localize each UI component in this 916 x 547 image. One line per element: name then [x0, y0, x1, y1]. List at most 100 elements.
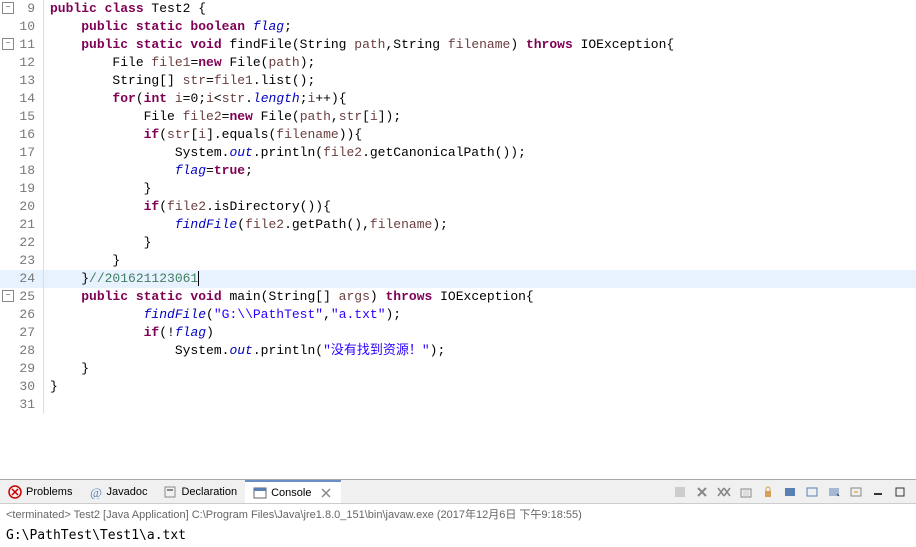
minimize-button[interactable] [868, 483, 888, 501]
code-line[interactable]: 18 flag=true; [0, 162, 916, 180]
code-content[interactable]: flag=true; [44, 162, 916, 180]
code-line[interactable]: 29 } [0, 360, 916, 378]
line-number: 12 [0, 54, 44, 72]
line-number: 27 [0, 324, 44, 342]
show-console-button[interactable] [780, 483, 800, 501]
line-number: 14 [0, 90, 44, 108]
code-line[interactable]: 15 File file2=new File(path,str[i]); [0, 108, 916, 126]
maximize-button[interactable] [890, 483, 910, 501]
problems-icon [8, 485, 22, 499]
console-output[interactable]: G:\PathTest\Test1\a.txt [0, 524, 916, 547]
code-content[interactable]: File file1=new File(path); [44, 54, 916, 72]
console-icon [253, 486, 267, 500]
code-content[interactable]: } [44, 234, 916, 252]
tab-declaration[interactable]: Declaration [155, 480, 245, 503]
code-line[interactable]: 12 File file1=new File(path); [0, 54, 916, 72]
code-content[interactable]: if(!flag) [44, 324, 916, 342]
code-content[interactable]: System.out.println(file2.getCanonicalPat… [44, 144, 916, 162]
code-line[interactable]: 22 } [0, 234, 916, 252]
line-number: 16 [0, 126, 44, 144]
line-number: 20 [0, 198, 44, 216]
line-number: 19 [0, 180, 44, 198]
bottom-panel: Problems @ Javadoc Declaration Console [0, 479, 916, 547]
code-line[interactable]: 23 } [0, 252, 916, 270]
line-number: 31 [0, 396, 44, 414]
code-line[interactable]: 19 } [0, 180, 916, 198]
code-content[interactable]: findFile(file2.getPath(),filename); [44, 216, 916, 234]
tab-problems[interactable]: Problems [0, 480, 80, 503]
code-line[interactable]: 28 System.out.println("没有找到资源！"); [0, 342, 916, 360]
code-content[interactable]: } [44, 252, 916, 270]
code-line[interactable]: 9−public class Test2 { [0, 0, 916, 18]
fold-icon[interactable]: − [2, 38, 14, 50]
code-content[interactable]: if(file2.isDirectory()){ [44, 198, 916, 216]
code-content[interactable]: public static boolean flag; [44, 18, 916, 36]
line-number: 18 [0, 162, 44, 180]
tab-label: Declaration [181, 486, 237, 498]
code-editor[interactable]: 9−public class Test2 {10 public static b… [0, 0, 916, 479]
close-icon[interactable] [319, 486, 333, 500]
tab-label: Javadoc [106, 486, 147, 498]
code-content[interactable]: } [44, 360, 916, 378]
open-console-button[interactable] [846, 483, 866, 501]
line-number: 17 [0, 144, 44, 162]
line-number: 28 [0, 342, 44, 360]
code-line[interactable]: 10 public static boolean flag; [0, 18, 916, 36]
line-number: 21 [0, 216, 44, 234]
code-line[interactable]: 25− public static void main(String[] arg… [0, 288, 916, 306]
console-toolbar [670, 483, 916, 501]
clear-console-button[interactable] [736, 483, 756, 501]
code-content[interactable]: File file2=new File(path,str[i]); [44, 108, 916, 126]
tab-label: Problems [26, 486, 72, 498]
code-content[interactable]: String[] str=file1.list(); [44, 72, 916, 90]
code-content[interactable]: public class Test2 { [44, 0, 916, 18]
code-content[interactable]: for(int i=0;i<str.length;i++){ [44, 90, 916, 108]
tab-javadoc[interactable]: @ Javadoc [80, 480, 155, 503]
code-line[interactable]: 31 [0, 396, 916, 414]
code-line[interactable]: 17 System.out.println(file2.getCanonical… [0, 144, 916, 162]
code-content[interactable]: } [44, 378, 916, 396]
code-line[interactable]: 16 if(str[i].equals(filename)){ [0, 126, 916, 144]
code-line[interactable]: 13 String[] str=file1.list(); [0, 72, 916, 90]
line-number: 30 [0, 378, 44, 396]
fold-icon[interactable]: − [2, 290, 14, 302]
code-content[interactable]: } [44, 180, 916, 198]
line-number: 11− [0, 36, 44, 54]
terminate-button[interactable] [670, 483, 690, 501]
line-number: 25− [0, 288, 44, 306]
fold-icon[interactable]: − [2, 2, 14, 14]
code-content[interactable]: if(str[i].equals(filename)){ [44, 126, 916, 144]
pin-console-button[interactable] [802, 483, 822, 501]
line-number: 24 [0, 270, 44, 288]
line-number: 9− [0, 0, 44, 18]
line-number: 15 [0, 108, 44, 126]
code-content[interactable] [44, 396, 916, 414]
code-line[interactable]: 20 if(file2.isDirectory()){ [0, 198, 916, 216]
display-selected-button[interactable] [824, 483, 844, 501]
code-line[interactable]: 21 findFile(file2.getPath(),filename); [0, 216, 916, 234]
line-number: 23 [0, 252, 44, 270]
tab-label: Console [271, 487, 311, 499]
remove-all-button[interactable] [714, 483, 734, 501]
console-status: <terminated> Test2 [Java Application] C:… [0, 504, 916, 524]
javadoc-icon: @ [88, 485, 102, 499]
code-content[interactable]: }//201621123061 [44, 270, 916, 288]
scroll-lock-button[interactable] [758, 483, 778, 501]
tab-console[interactable]: Console [245, 480, 341, 503]
code-line[interactable]: 27 if(!flag) [0, 324, 916, 342]
code-line[interactable]: 26 findFile("G:\\PathTest","a.txt"); [0, 306, 916, 324]
code-line[interactable]: 24 }//201621123061 [0, 270, 916, 288]
code-line[interactable]: 30} [0, 378, 916, 396]
svg-text:@: @ [90, 485, 102, 499]
line-number: 22 [0, 234, 44, 252]
declaration-icon [163, 485, 177, 499]
remove-launch-button[interactable] [692, 483, 712, 501]
code-content[interactable]: System.out.println("没有找到资源！"); [44, 342, 916, 360]
code-content[interactable]: public static void findFile(String path,… [44, 36, 916, 54]
line-number: 13 [0, 72, 44, 90]
code-content[interactable]: public static void main(String[] args) t… [44, 288, 916, 306]
code-content[interactable]: findFile("G:\\PathTest","a.txt"); [44, 306, 916, 324]
code-line[interactable]: 14 for(int i=0;i<str.length;i++){ [0, 90, 916, 108]
line-number: 29 [0, 360, 44, 378]
code-line[interactable]: 11− public static void findFile(String p… [0, 36, 916, 54]
